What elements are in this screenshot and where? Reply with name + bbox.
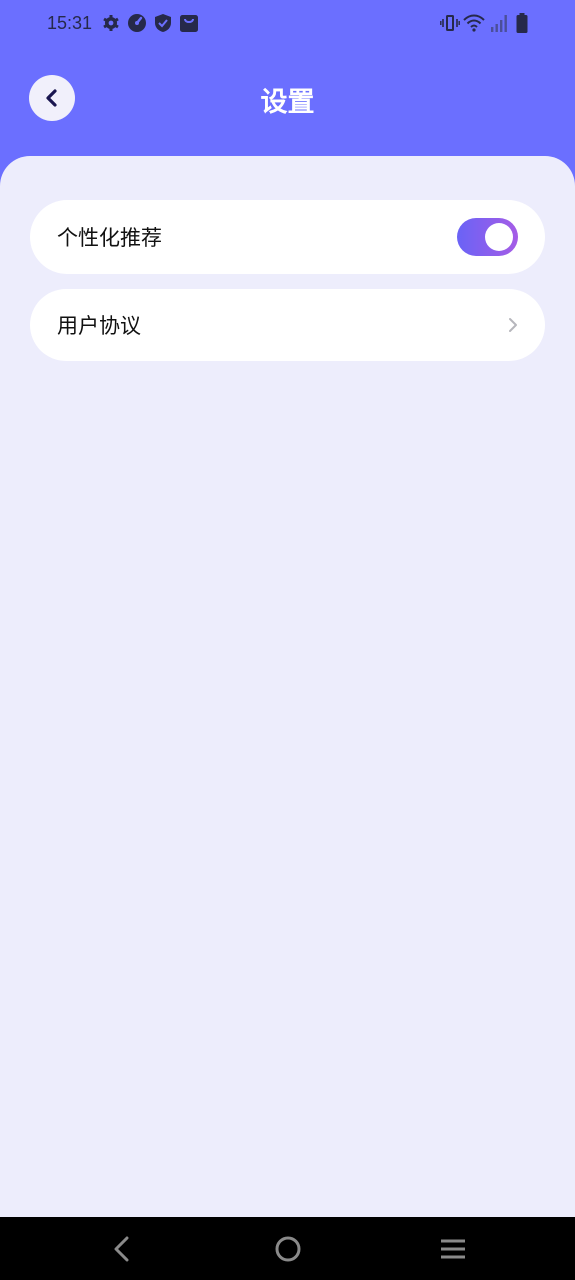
- page-title: 设置: [260, 87, 315, 118]
- status-bar: 15:31: [0, 0, 575, 48]
- settings-item-label: 用户协议: [57, 314, 141, 338]
- nav-home-button[interactable]: [273, 1235, 303, 1263]
- battery-icon: [515, 13, 529, 33]
- wifi-icon: [463, 13, 485, 33]
- vibrate-icon: [440, 13, 460, 33]
- settings-item-label: 个性化推荐: [57, 226, 162, 250]
- chevron-right-icon: [509, 318, 517, 332]
- signal-icon: [490, 13, 508, 33]
- status-time: 15:31: [47, 13, 93, 33]
- settings-gear-icon: [102, 13, 120, 33]
- nav-back-button[interactable]: [107, 1235, 137, 1263]
- shield-check-icon: [154, 13, 172, 33]
- personalized-recommendation-toggle[interactable]: [457, 218, 518, 256]
- toggle-knob: [485, 223, 513, 251]
- settings-item-personalized-recommendation[interactable]: 个性化推荐: [30, 200, 545, 274]
- nav-recents-button[interactable]: [438, 1235, 468, 1263]
- data-saver-icon: [127, 13, 147, 33]
- home-circle-icon: [275, 1236, 301, 1262]
- menu-lines-icon: [441, 1239, 465, 1259]
- system-navigation-bar: [0, 1217, 575, 1280]
- shopping-bag-icon: [179, 13, 199, 33]
- back-triangle-icon: [114, 1236, 129, 1262]
- settings-item-user-agreement[interactable]: 用户协议: [30, 289, 545, 361]
